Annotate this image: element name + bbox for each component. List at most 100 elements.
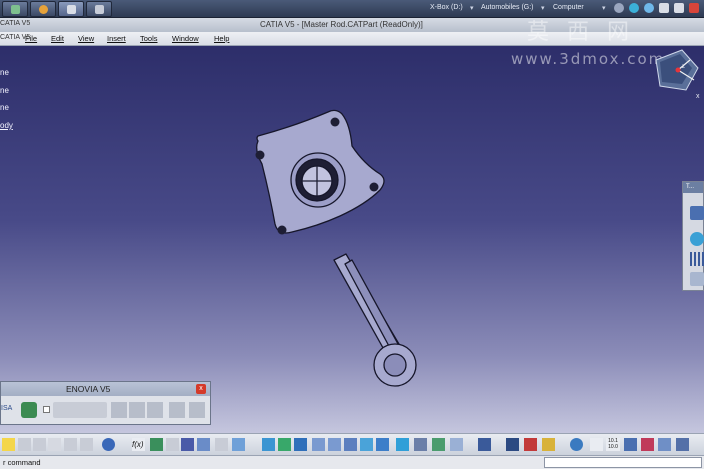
taskbar-app-button[interactable] <box>2 1 28 17</box>
constraint-icon[interactable] <box>641 438 654 451</box>
taskbar-disk-button[interactable] <box>86 1 112 17</box>
help-icon[interactable] <box>644 3 654 13</box>
tools-panel-title: T... <box>683 182 703 193</box>
redo-icon[interactable] <box>80 438 93 451</box>
whats-this-icon[interactable] <box>102 438 115 451</box>
pan-icon[interactable] <box>278 438 291 451</box>
network-icon[interactable] <box>629 3 639 13</box>
material-icon[interactable] <box>676 438 689 451</box>
command-input[interactable] <box>544 457 702 468</box>
menu-file[interactable]: File <box>25 34 37 43</box>
pattern-tool-icon[interactable] <box>690 252 704 266</box>
compass-x-label: x <box>696 93 700 100</box>
enovia-vendor-text: ISA <box>1 405 13 412</box>
knowledge-icon[interactable] <box>150 438 163 451</box>
sketcher-icon[interactable] <box>478 438 491 451</box>
undo-icon[interactable] <box>64 438 77 451</box>
menu-tools[interactable]: Tools <box>140 34 158 43</box>
enovia-connect-icon[interactable] <box>21 402 37 418</box>
standard-toolbar: f(x) 10.1 10.0 <box>0 433 704 455</box>
fly-mode-icon[interactable] <box>232 438 245 451</box>
grid-tool-icon[interactable] <box>690 272 704 286</box>
dimension-icon[interactable] <box>624 438 637 451</box>
enovia-save-icon[interactable] <box>111 402 127 418</box>
master-rod-part[interactable] <box>0 46 704 433</box>
normal-view-icon[interactable] <box>344 438 357 451</box>
table-icon[interactable] <box>181 438 194 451</box>
drive-g-label[interactable]: Automobiles (G:) <box>481 4 534 11</box>
maximize-icon[interactable] <box>674 3 684 13</box>
zoom-out-icon[interactable] <box>328 438 341 451</box>
enovia-toolbar[interactable]: ENOVIA V5 x ISA <box>0 381 211 425</box>
tree-icon[interactable] <box>197 438 210 451</box>
menu-file-label: File <box>25 34 38 43</box>
document-title: CATIA V5 - [Master Rod.CATPart (ReadOnly… <box>260 20 423 29</box>
enovia-title: ENOVIA V5 <box>66 384 111 394</box>
render-icon[interactable] <box>658 438 671 451</box>
menu-tools-label: Tools <box>140 34 158 43</box>
enovia-load-icon[interactable] <box>129 402 145 418</box>
computer-label[interactable]: Computer <box>553 4 584 11</box>
tools-panel[interactable]: T... <box>682 181 704 291</box>
multi-view-icon[interactable] <box>360 438 373 451</box>
curvature-analysis-icon[interactable] <box>542 438 555 451</box>
watermark-url: www.3dmox.com <box>511 50 666 68</box>
volume-icon[interactable] <box>614 3 624 13</box>
enovia-tools-icon[interactable] <box>189 402 205 418</box>
taskbar-browser-button[interactable] <box>30 1 56 17</box>
browser-icon <box>39 5 48 14</box>
swap-space-icon[interactable] <box>432 438 445 451</box>
drive-g-dropdown[interactable]: ▾ <box>541 4 545 12</box>
bolt-hole <box>330 117 340 127</box>
fit-all-icon[interactable] <box>262 438 275 451</box>
menu-edit-label: Edit <box>51 34 64 43</box>
cut-icon[interactable] <box>18 438 31 451</box>
compass-icon: x z <box>655 49 700 100</box>
zoom-in-icon[interactable] <box>312 438 325 451</box>
drive-d-label[interactable]: X-Box (D:) <box>430 4 463 11</box>
menu-insert[interactable]: Insert <box>107 34 126 43</box>
hide-show-icon[interactable] <box>414 438 427 451</box>
catia-icon <box>67 5 76 14</box>
status-bar: r command <box>0 455 704 469</box>
computer-dropdown[interactable]: ▾ <box>602 4 606 12</box>
menu-insert-label: Insert <box>107 34 126 43</box>
close-icon[interactable] <box>689 3 699 13</box>
sketch-tool-icon[interactable] <box>690 206 704 220</box>
minimize-icon[interactable] <box>659 3 669 13</box>
enovia-close-button[interactable]: x <box>196 384 206 394</box>
shading-icon[interactable] <box>396 438 409 451</box>
enovia-search-field[interactable] <box>53 402 107 418</box>
enovia-sync-icon[interactable] <box>147 402 163 418</box>
menu-window[interactable]: Window <box>172 34 199 43</box>
menu-edit[interactable]: Edit <box>51 34 64 43</box>
menu-help-label: Help <box>214 34 230 43</box>
parameters-icon[interactable] <box>215 438 228 451</box>
measure-icon[interactable] <box>166 438 179 451</box>
isometric-view-icon[interactable] <box>376 438 389 451</box>
bolt-hole <box>277 225 287 235</box>
menu-view[interactable]: View <box>78 34 94 43</box>
cylinder-tool-icon[interactable] <box>690 232 704 246</box>
draft-analysis-icon[interactable] <box>524 438 537 451</box>
scale-icon[interactable]: 10.1 10.0 <box>606 438 620 451</box>
formula-icon[interactable]: f(x) <box>132 438 145 451</box>
snap-icon[interactable] <box>570 438 583 451</box>
menu-help[interactable]: Help <box>214 34 229 43</box>
analysis-icon[interactable] <box>506 438 519 451</box>
enovia-header: ENOVIA V5 x <box>1 382 210 396</box>
enovia-edit-icon[interactable] <box>169 402 185 418</box>
rotate-icon[interactable] <box>294 438 307 451</box>
bolt-hole <box>255 150 265 160</box>
3d-viewport[interactable]: ne ne ne ody <box>0 46 704 433</box>
copy-icon[interactable] <box>33 438 46 451</box>
enovia-checkbox[interactable] <box>43 406 50 413</box>
drive-d-dropdown[interactable]: ▾ <box>470 4 474 12</box>
axis-icon[interactable] <box>590 438 603 451</box>
open-icon[interactable] <box>2 438 15 451</box>
compass[interactable]: x z <box>650 46 704 104</box>
capture-icon[interactable] <box>450 438 463 451</box>
paste-icon[interactable] <box>48 438 61 451</box>
taskbar-catia-button[interactable] <box>58 1 84 17</box>
rod-small-end-bore <box>383 353 407 377</box>
